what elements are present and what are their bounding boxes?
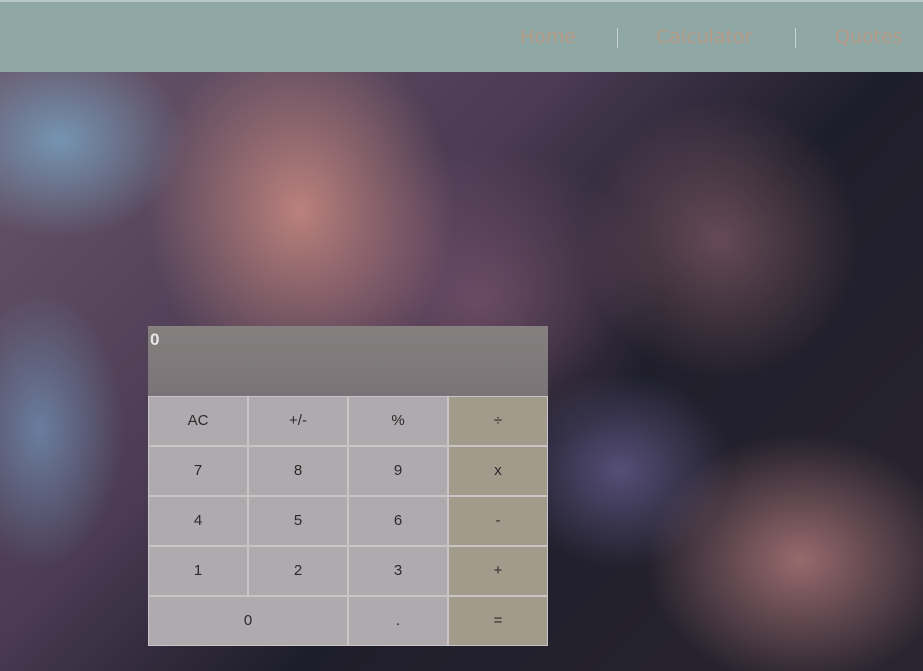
calculator: 0 AC +/- % ÷ 7 8 9 x 4 5 6 - 1 2 3 + 0 .…	[148, 326, 548, 646]
display-value: 0	[150, 330, 160, 349]
nav-link-home[interactable]: Home	[520, 26, 576, 48]
digit-1-button[interactable]: 1	[148, 546, 248, 596]
digit-6-button[interactable]: 6	[348, 496, 448, 546]
nav-separator	[795, 28, 796, 48]
digit-9-button[interactable]: 9	[348, 446, 448, 496]
percent-button[interactable]: %	[348, 396, 448, 446]
digit-3-button[interactable]: 3	[348, 546, 448, 596]
decimal-button[interactable]: .	[348, 596, 448, 646]
digit-0-button[interactable]: 0	[148, 596, 348, 646]
clear-button[interactable]: AC	[148, 396, 248, 446]
equals-button[interactable]: =	[448, 596, 548, 646]
nav-separator	[617, 28, 618, 48]
divide-button[interactable]: ÷	[448, 396, 548, 446]
digit-2-button[interactable]: 2	[248, 546, 348, 596]
nav-link-quotes[interactable]: Quotes	[835, 26, 903, 48]
digit-8-button[interactable]: 8	[248, 446, 348, 496]
subtract-button[interactable]: -	[448, 496, 548, 546]
sign-toggle-button[interactable]: +/-	[248, 396, 348, 446]
top-navbar: Home Calculator Quotes	[0, 0, 923, 72]
calculator-display: 0	[148, 326, 548, 396]
digit-7-button[interactable]: 7	[148, 446, 248, 496]
add-button[interactable]: +	[448, 546, 548, 596]
digit-5-button[interactable]: 5	[248, 496, 348, 546]
nav-link-calculator[interactable]: Calculator	[656, 26, 752, 48]
multiply-button[interactable]: x	[448, 446, 548, 496]
digit-4-button[interactable]: 4	[148, 496, 248, 546]
